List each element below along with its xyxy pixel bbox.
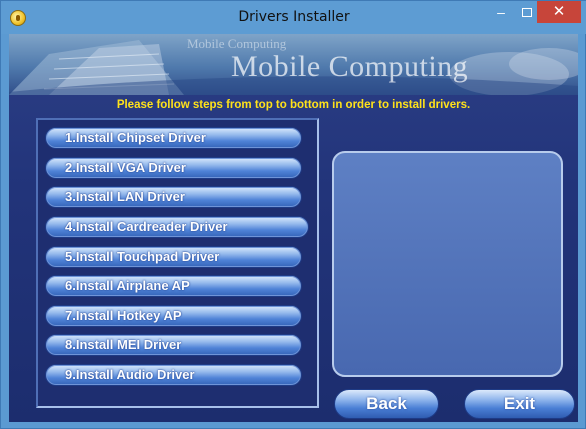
driver-list-panel: 1.Install Chipset Driver 2.Install VGA D… [36,118,319,408]
installer-content: Mobile Computing Mobile Computing Please… [9,34,578,422]
title-bar[interactable]: Drivers Installer – ✕ [1,1,586,34]
maximize-icon [522,8,532,17]
install-vga-button[interactable]: 2.Install VGA Driver [45,157,302,179]
installer-window: Drivers Installer – ✕ Mobile Computing M… [0,0,586,429]
back-button[interactable]: Back [334,389,439,419]
minimize-button[interactable]: – [488,2,514,24]
install-airplane-button[interactable]: 6.Install Airplane AP [45,275,302,297]
exit-button[interactable]: Exit [464,389,575,419]
install-hotkey-button[interactable]: 7.Install Hotkey AP [45,305,302,327]
close-button[interactable]: ✕ [537,1,581,23]
install-cardreader-button[interactable]: 4.Install Cardreader Driver [45,216,309,238]
preview-panel [332,151,563,377]
install-touchpad-button[interactable]: 5.Install Touchpad Driver [45,246,302,268]
install-lan-button[interactable]: 3.Install LAN Driver [45,186,302,208]
instruction-text: Please follow steps from top to bottom i… [116,99,471,111]
install-chipset-button[interactable]: 1.Install Chipset Driver [45,127,302,149]
install-mei-button[interactable]: 8.Install MEI Driver [45,334,302,356]
install-audio-button[interactable]: 9.Install Audio Driver [45,364,302,386]
banner: Mobile Computing Mobile Computing [9,34,578,95]
banner-title: Mobile Computing [231,50,469,83]
